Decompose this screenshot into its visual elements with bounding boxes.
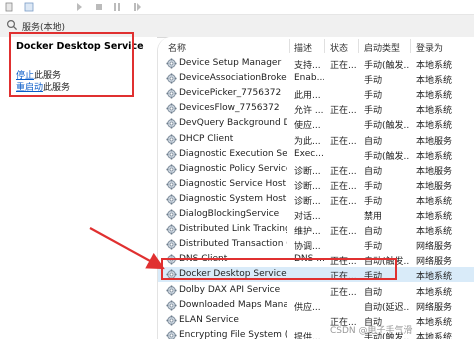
annotation-arrow [89,227,165,270]
watermark: CSDN @电子手气滑 [330,326,413,336]
